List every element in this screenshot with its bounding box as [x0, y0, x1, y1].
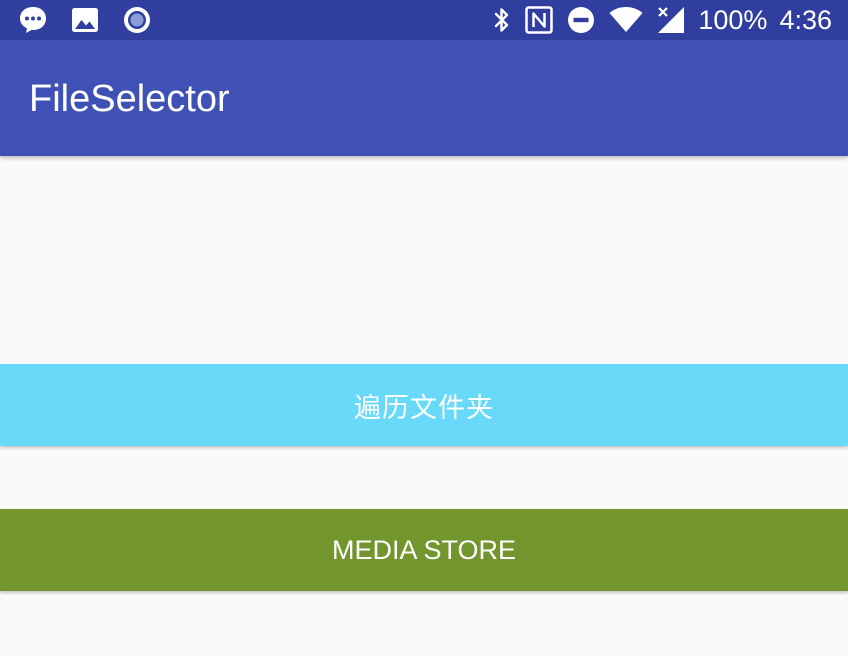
radio-circle-icon — [122, 5, 152, 35]
clock-time: 4:36 — [779, 5, 832, 35]
status-bar: 100% 4:36 — [0, 0, 848, 40]
media-store-button-label: MEDIA STORE — [331, 534, 517, 565]
do-not-disturb-icon — [566, 5, 596, 35]
signal-icon — [656, 5, 686, 35]
system-status: 100% 4:36 — [492, 0, 832, 40]
bluetooth-icon — [492, 5, 512, 35]
app-title: FileSelector — [29, 78, 230, 120]
nfc-icon — [524, 5, 554, 35]
message-icon — [18, 5, 48, 35]
notification-icons — [18, 0, 152, 40]
media-store-button[interactable]: MEDIA STORE — [0, 509, 848, 591]
battery-percentage: 100% — [698, 5, 768, 35]
traverse-folder-button-label: 遍历文件夹 — [354, 392, 494, 424]
traverse-folder-button[interactable]: 遍历文件夹 — [0, 364, 848, 446]
image-icon — [70, 5, 100, 35]
wifi-icon — [608, 5, 644, 35]
app-bar: FileSelector — [0, 40, 848, 156]
